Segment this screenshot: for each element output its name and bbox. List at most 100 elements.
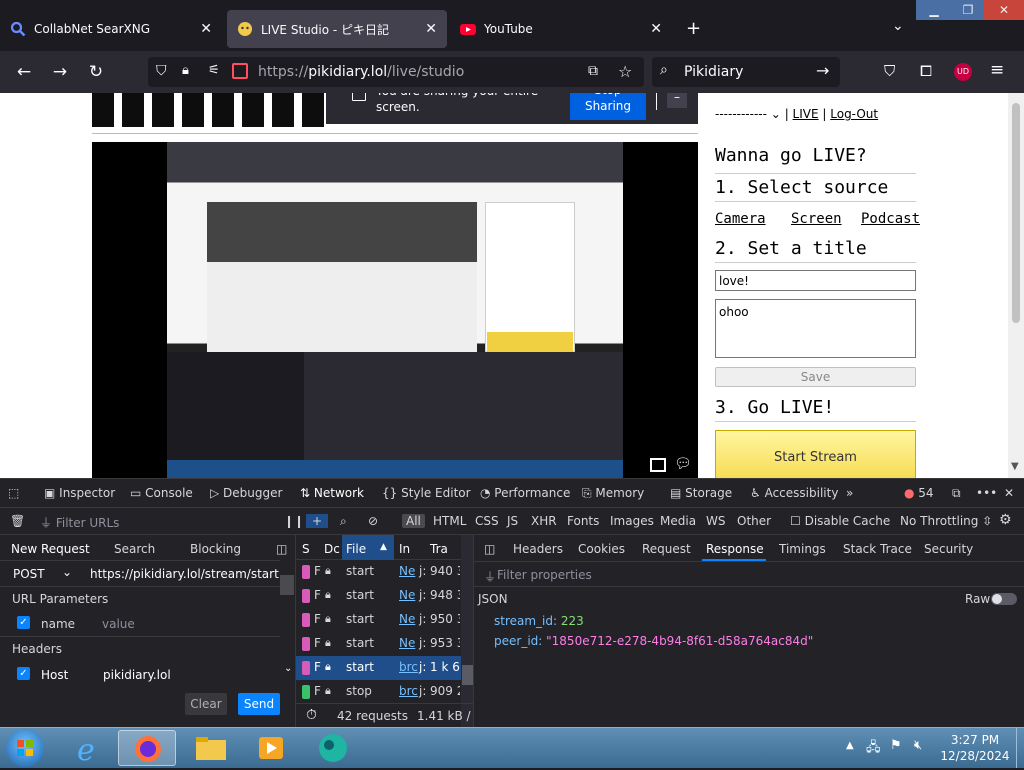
hide-notification-button[interactable]: – bbox=[667, 93, 687, 108]
row-initiator[interactable]: Ne bbox=[399, 636, 415, 650]
tab-performance[interactable]: ◔ Performance bbox=[480, 486, 570, 500]
filter-urls-input[interactable]: ⏚ Filter URLs bbox=[40, 514, 119, 531]
method-select[interactable]: POST bbox=[13, 567, 45, 581]
site-logo[interactable] bbox=[92, 93, 332, 127]
error-badge[interactable]: ● 54 bbox=[904, 486, 934, 500]
scroll-down-arrow-icon[interactable]: ▼ bbox=[1011, 461, 1019, 472]
header-value-input[interactable]: pikidiary.lol bbox=[103, 668, 171, 682]
page-scrollbar[interactable]: ▼ bbox=[1008, 93, 1024, 478]
reload-icon[interactable]: ↻ bbox=[85, 61, 107, 83]
stream-description-input[interactable]: ohoo bbox=[715, 299, 916, 358]
tab-timings[interactable]: Timings bbox=[779, 542, 826, 556]
save-button[interactable]: Save bbox=[715, 367, 916, 387]
collapse-details-icon[interactable]: ◫ bbox=[484, 542, 495, 556]
row-initiator[interactable]: Ne bbox=[399, 564, 415, 578]
tab-searxng[interactable]: CollabNet SearXNG ✕ bbox=[0, 10, 222, 48]
tab-network[interactable]: ⇅ Network bbox=[300, 486, 364, 500]
tab-accessibility[interactable]: ♿︎ Accessibility bbox=[750, 486, 838, 500]
table-row[interactable]: F 🔒︎ start Ne j:953 3 bbox=[296, 632, 461, 656]
tab-live-studio[interactable]: LIVE Studio - ピキ日記 ✕ bbox=[227, 10, 447, 48]
panel-scrollbar[interactable] bbox=[280, 575, 294, 595]
param-name-input[interactable]: name bbox=[41, 617, 75, 631]
live-link[interactable]: LIVE bbox=[793, 107, 819, 121]
start-stream-button[interactable]: Start Stream bbox=[715, 430, 916, 478]
column-initiator[interactable]: In bbox=[399, 542, 410, 556]
header-name-input[interactable]: Host bbox=[41, 668, 68, 682]
chevron-down-icon[interactable]: ⌄ bbox=[284, 663, 292, 674]
source-podcast-link[interactable]: Podcast bbox=[861, 211, 920, 227]
filter-media[interactable]: Media bbox=[660, 514, 696, 528]
pause-icon[interactable]: ❙❙ bbox=[284, 514, 304, 528]
tab-response[interactable]: Response bbox=[706, 542, 764, 556]
close-icon[interactable]: ✕ bbox=[650, 21, 662, 37]
forward-icon[interactable]: → bbox=[49, 61, 71, 83]
param-value-input[interactable]: value bbox=[102, 617, 135, 631]
raw-toggle[interactable] bbox=[991, 593, 1017, 605]
column-domain[interactable]: Dc bbox=[324, 542, 340, 556]
filter-fonts[interactable]: Fonts bbox=[567, 514, 599, 528]
trash-icon[interactable]: 🗑︎ bbox=[10, 514, 25, 528]
column-file[interactable]: File ▲ bbox=[342, 535, 394, 560]
request-url-input[interactable]: https://pikidiary.lol/stream/start bbox=[90, 567, 279, 581]
close-devtools-icon[interactable]: ✕ bbox=[1004, 486, 1014, 500]
close-window-button[interactable]: ✕ bbox=[984, 0, 1024, 20]
search-go-icon[interactable]: → bbox=[816, 61, 829, 80]
network-icon[interactable]: 🖧︎ bbox=[866, 738, 881, 760]
chevron-down-icon[interactable]: ⌄ bbox=[62, 565, 72, 579]
tab-debugger[interactable]: ▷ Debugger bbox=[210, 486, 282, 500]
maximize-button[interactable]: ❐ bbox=[950, 0, 986, 20]
bookmark-star-icon[interactable]: ☆ bbox=[618, 62, 632, 81]
stream-title-input[interactable] bbox=[715, 270, 916, 291]
show-desktop-button[interactable] bbox=[1016, 728, 1024, 768]
ublock-badge[interactable]: UD bbox=[954, 63, 972, 81]
tab-request[interactable]: Request bbox=[642, 542, 691, 556]
header-checkbox[interactable]: ✓ bbox=[17, 667, 30, 680]
tab-youtube[interactable]: YouTube ✕ bbox=[450, 10, 672, 48]
show-hidden-icons[interactable]: ▲ bbox=[846, 740, 854, 751]
search-icon[interactable]: ⌕ bbox=[340, 514, 347, 529]
stopwatch-icon[interactable]: ⏱︎ bbox=[306, 707, 317, 723]
filter-html[interactable]: HTML bbox=[433, 514, 466, 528]
filter-properties-bar[interactable]: ⏚ Filter properties bbox=[474, 561, 1024, 587]
table-row[interactable]: F 🔒︎ start brc j: 1 k 6 bbox=[296, 656, 461, 680]
filter-xhr[interactable]: XHR bbox=[531, 514, 557, 528]
row-initiator[interactable]: Ne bbox=[399, 588, 415, 602]
list-scrollbar[interactable] bbox=[461, 535, 473, 727]
permissions-icon[interactable]: ⚟ bbox=[208, 63, 220, 78]
source-screen-link[interactable]: Screen bbox=[791, 211, 842, 227]
tab-headers[interactable]: Headers bbox=[513, 542, 563, 556]
column-status[interactable]: S bbox=[302, 542, 310, 556]
filter-css[interactable]: CSS bbox=[475, 514, 499, 528]
app-icon[interactable] bbox=[304, 730, 362, 766]
element-picker-icon[interactable]: ⬚ bbox=[8, 486, 19, 500]
tab-memory[interactable]: ⎘ Memory bbox=[582, 486, 644, 501]
menu-icon[interactable]: ≡ bbox=[990, 60, 1004, 80]
file-explorer-icon[interactable] bbox=[182, 730, 240, 766]
close-icon[interactable]: ✕ bbox=[425, 21, 437, 37]
filter-js[interactable]: JS bbox=[507, 514, 518, 528]
table-row[interactable]: F 🔒︎ start Ne j:948 3 bbox=[296, 584, 461, 608]
tab-security[interactable]: Security bbox=[924, 542, 973, 556]
extensions-icon[interactable]: ⧠ bbox=[920, 62, 932, 80]
new-request-icon[interactable]: + bbox=[306, 514, 329, 528]
url-bar[interactable]: ⛉ 🔒︎ ⚟ https://pikidiary.lol/live/studio… bbox=[148, 57, 644, 87]
filter-all[interactable]: All bbox=[402, 514, 425, 528]
dock-side-icon[interactable]: ⧉ bbox=[952, 486, 961, 501]
start-button[interactable] bbox=[6, 729, 44, 767]
clear-button[interactable]: Clear bbox=[185, 693, 227, 715]
table-row[interactable]: F 🔒︎ stop brcj:909 2 bbox=[296, 680, 461, 704]
table-row[interactable]: F 🔒︎ start Ne j:940 3 bbox=[296, 560, 461, 584]
collapse-panel-icon[interactable]: ◫ bbox=[276, 542, 287, 556]
tab-inspector[interactable]: ▣ Inspector bbox=[44, 486, 115, 500]
internet-explorer-icon[interactable]: e bbox=[60, 730, 118, 768]
row-initiator[interactable]: Ne bbox=[399, 612, 415, 626]
chevron-down-icon[interactable]: ⌄ bbox=[771, 107, 781, 121]
filter-images[interactable]: Images bbox=[610, 514, 654, 528]
param-checkbox[interactable]: ✓ bbox=[17, 616, 30, 629]
media-player-icon[interactable] bbox=[242, 730, 300, 766]
filter-other[interactable]: Other bbox=[737, 514, 771, 528]
send-button[interactable]: Send bbox=[238, 693, 280, 715]
more-options-icon[interactable]: ••• bbox=[976, 486, 997, 500]
more-tabs-icon[interactable]: » bbox=[846, 486, 853, 500]
chat-bubbles-icon[interactable]: 💬︎ bbox=[674, 456, 692, 472]
